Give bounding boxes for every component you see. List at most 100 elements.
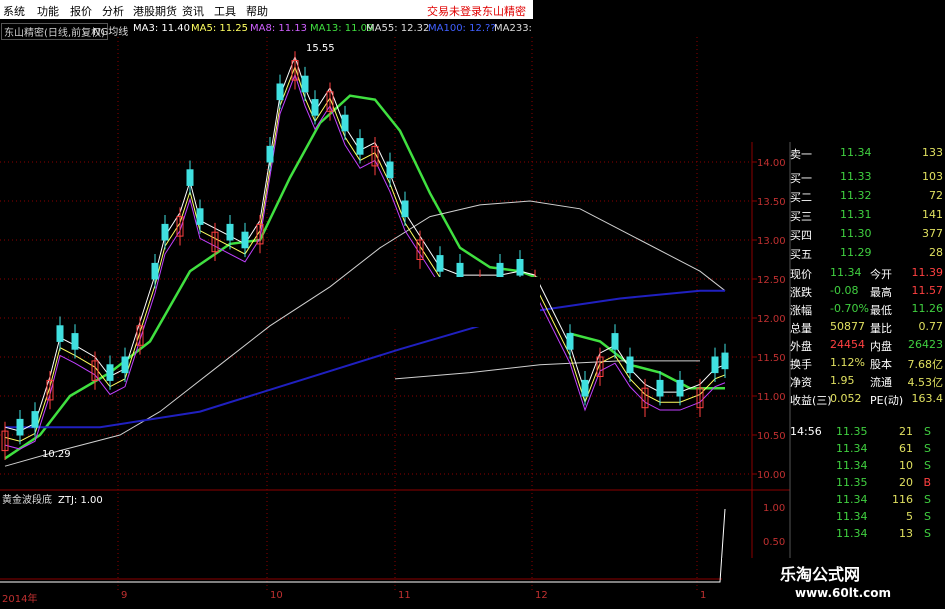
menu-bar: 系统 功能 报价 分析 港股期货 资讯 工具 帮助 交易未登录 东山精密 bbox=[0, 0, 533, 19]
candle-body bbox=[301, 75, 309, 93]
stat-value: 50877 bbox=[830, 320, 865, 333]
candle-body bbox=[626, 356, 634, 374]
candle-body bbox=[266, 145, 274, 163]
stat-value: 7.68亿 bbox=[907, 358, 944, 371]
orderbook-row[interactable]: 卖一 11.34 133 bbox=[790, 146, 945, 166]
blank-overlay-region bbox=[350, 277, 540, 327]
menu-news[interactable]: 资讯 bbox=[182, 3, 204, 19]
stat-value: 163.4 bbox=[911, 392, 944, 405]
moving-average-lines bbox=[4, 55, 726, 467]
low-price-label: 10.29 bbox=[42, 449, 71, 460]
date-label: 1 bbox=[700, 590, 707, 601]
sub-indicator-value: ZTJ: 1.00 bbox=[58, 495, 103, 506]
orderbook-row[interactable]: 买一 11.33 103 bbox=[790, 170, 945, 190]
orderbook-label: 买四 bbox=[790, 229, 812, 242]
ma100-value: MA100: 12.?? bbox=[428, 23, 496, 34]
orderbook-volume: 377 bbox=[922, 227, 943, 240]
tick-side: S bbox=[924, 425, 931, 438]
trade-login-status[interactable]: 交易未登录 bbox=[427, 3, 482, 19]
stat-label: 换手 bbox=[790, 358, 812, 371]
stat-label: 最高 bbox=[870, 286, 892, 299]
orderbook-price: 11.29 bbox=[840, 246, 872, 259]
stat-label: 涨幅 bbox=[790, 304, 812, 317]
price-tick: 12.00 bbox=[757, 314, 786, 325]
tick-side: S bbox=[924, 527, 931, 540]
tick-row: 11.34 13 S bbox=[790, 527, 945, 544]
tick-price: 11.35 bbox=[836, 425, 868, 438]
orderbook-row[interactable]: 买三 11.31 141 bbox=[790, 208, 945, 228]
menu-analysis[interactable]: 分析 bbox=[102, 3, 124, 19]
ma-legend-strip: 东山精密(日线,前复权) NG均线 MA3: 11.40 MA5: 11.25 … bbox=[0, 20, 533, 40]
orderbook-price: 11.31 bbox=[840, 208, 872, 221]
candle-body bbox=[161, 223, 169, 241]
stat-value: 11.39 bbox=[911, 266, 944, 279]
stat-row: 收益(三) 0.052 PE(动) 163.4 bbox=[790, 392, 945, 410]
stat-label: 量比 bbox=[870, 322, 892, 335]
watermark-url: www.60lt.com bbox=[795, 586, 892, 600]
candle-body bbox=[341, 114, 349, 132]
stat-label: 内盘 bbox=[870, 340, 892, 353]
orderbook-label: 买三 bbox=[790, 210, 812, 223]
menu-tools[interactable]: 工具 bbox=[214, 3, 236, 19]
stat-value: 1.12% bbox=[830, 356, 865, 369]
stat-value: -0.70% bbox=[830, 302, 869, 315]
stat-label: 流通 bbox=[870, 376, 892, 389]
candle-body bbox=[611, 333, 619, 350]
tick-price: 11.35 bbox=[836, 476, 868, 489]
price-tick: 13.50 bbox=[757, 197, 786, 208]
tick-volume: 116 bbox=[892, 493, 913, 506]
orderbook-row[interactable]: 买四 11.30 377 bbox=[790, 227, 945, 247]
candle-body bbox=[31, 411, 39, 428]
high-price-label: 15.55 bbox=[306, 43, 335, 54]
menu-system[interactable]: 系统 bbox=[3, 3, 25, 19]
orderbook-label: 买二 bbox=[790, 191, 812, 204]
tick-volume: 5 bbox=[906, 510, 913, 523]
stat-row: 现价 11.34 今开 11.39 bbox=[790, 266, 945, 284]
candle-body bbox=[241, 231, 249, 249]
tick-row: 11.35 20 B bbox=[790, 476, 945, 493]
ma55-value: MA55: 12.32 bbox=[366, 23, 430, 34]
orderbook-label: 买一 bbox=[790, 172, 812, 185]
tick-side: B bbox=[923, 476, 931, 489]
menu-function[interactable]: 功能 bbox=[37, 3, 59, 19]
stat-row: 换手 1.12% 股本 7.68亿 bbox=[790, 356, 945, 374]
ma8-value: MA8: 11.13 bbox=[250, 23, 308, 34]
candle-body bbox=[656, 379, 664, 397]
sub-indicator-line bbox=[0, 508, 726, 583]
stat-label: 总量 bbox=[790, 322, 812, 335]
watermark-title: 乐淘公式网 bbox=[780, 565, 861, 584]
stat-label: 股本 bbox=[870, 358, 892, 371]
date-label: 10 bbox=[270, 590, 283, 601]
indicator-name[interactable]: NG均线 bbox=[93, 23, 128, 38]
candle-body bbox=[196, 208, 204, 225]
candlestick-series bbox=[1, 51, 729, 460]
candle-body bbox=[16, 418, 24, 436]
orderbook-price: 11.34 bbox=[840, 146, 872, 159]
tick-price: 11.34 bbox=[836, 510, 868, 523]
price-tick: 11.00 bbox=[757, 392, 786, 403]
candle-body bbox=[311, 99, 319, 116]
ztj-line bbox=[0, 508, 726, 583]
tick-side: S bbox=[924, 459, 931, 472]
orderbook-volume: 141 bbox=[922, 208, 943, 221]
date-label: 2014年 bbox=[2, 594, 38, 605]
tick-side: S bbox=[924, 493, 931, 506]
menu-hk-futures[interactable]: 港股期货 bbox=[133, 3, 177, 19]
tick-price: 11.34 bbox=[836, 459, 868, 472]
stat-value: 1.95 bbox=[830, 374, 855, 387]
tick-volume: 61 bbox=[899, 442, 913, 455]
stat-label: 收益(三) bbox=[790, 394, 832, 407]
orderbook-price: 11.32 bbox=[840, 189, 872, 202]
orderbook-volume: 133 bbox=[922, 146, 943, 159]
menu-quote[interactable]: 报价 bbox=[70, 3, 92, 19]
sub-axis-tick: 0.50 bbox=[763, 537, 786, 548]
orderbook-row[interactable]: 买五 11.29 28 bbox=[790, 246, 945, 266]
tick-time: 14:56 bbox=[790, 425, 822, 438]
orderbook-row[interactable]: 买二 11.32 72 bbox=[790, 189, 945, 209]
price-tick: 10.50 bbox=[757, 431, 786, 442]
sub-indicator-label[interactable]: 黄金波段底 ZTJ: 1.00 bbox=[2, 491, 103, 506]
candle-body bbox=[401, 200, 409, 218]
tick-row: 14:56 11.35 21 S bbox=[790, 425, 945, 442]
menu-help[interactable]: 帮助 bbox=[246, 3, 268, 19]
tick-volume: 21 bbox=[899, 425, 913, 438]
